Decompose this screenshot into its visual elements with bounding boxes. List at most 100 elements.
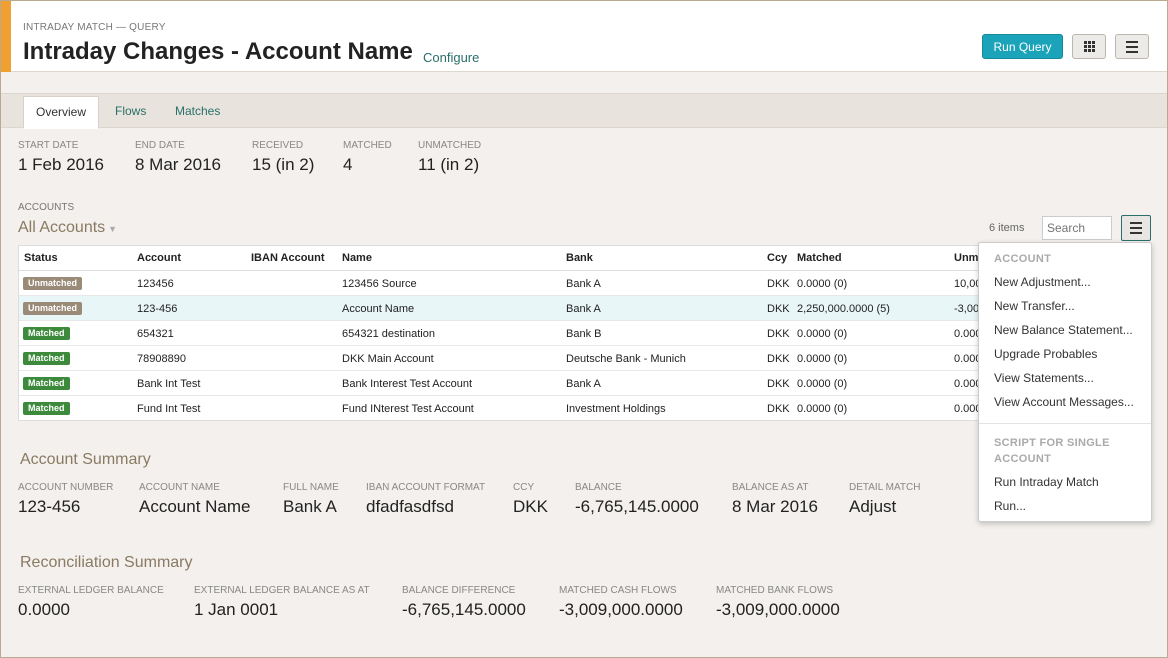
- cell-account: 123-456: [137, 303, 178, 315]
- field-value: Account Name: [139, 497, 251, 516]
- column-header-bank[interactable]: Bank: [566, 252, 593, 264]
- status-badge: Matched: [23, 377, 70, 390]
- menu-item-view-statements[interactable]: View Statements...: [994, 371, 1094, 385]
- cell-bank: Bank B: [566, 328, 602, 340]
- menu-item-new-transfer[interactable]: New Transfer...: [994, 299, 1075, 313]
- column-header-ccy[interactable]: Ccy: [767, 252, 787, 264]
- summary-field: FULL NAME Bank A: [283, 482, 339, 517]
- stat-label: RECEIVED: [252, 140, 304, 151]
- field-value: -3,009,000.0000: [559, 600, 683, 619]
- reconciliation-field: MATCHED CASH FLOWS -3,009,000.0000: [559, 585, 683, 620]
- summary-field: ACCOUNT NUMBER 123-456: [18, 482, 113, 517]
- stat-start-date: START DATE 1 Feb 2016: [18, 140, 104, 175]
- tab-bar: Overview Flows Matches: [1, 93, 1167, 129]
- cell-name: Fund INterest Test Account: [342, 403, 474, 415]
- menu-item-new-adjustment[interactable]: New Adjustment...: [994, 275, 1091, 289]
- tab-flows[interactable]: Flows: [103, 96, 158, 129]
- status-badge: Matched: [23, 402, 70, 415]
- cell-bank: Bank A: [566, 378, 601, 390]
- cell-bank: Bank A: [566, 303, 601, 315]
- grid-view-button[interactable]: [1072, 34, 1106, 59]
- cell-ccy: DKK: [767, 378, 790, 390]
- summary-field: ACCOUNT NAME Account Name: [139, 482, 251, 517]
- field-label: FULL NAME: [283, 482, 339, 493]
- accounts-selector[interactable]: All Accounts ▼: [18, 219, 117, 237]
- reconciliation-field: EXTERNAL LEDGER BALANCE AS AT 1 Jan 0001: [194, 585, 370, 620]
- cell-name: 654321 destination: [342, 328, 435, 340]
- menu-heading-account: ACCOUNT: [994, 253, 1052, 265]
- field-label: EXTERNAL LEDGER BALANCE AS AT: [194, 585, 370, 596]
- page-eyebrow: INTRADAY MATCH — QUERY: [23, 22, 166, 33]
- reconciliation-field: MATCHED BANK FLOWS -3,009,000.0000: [716, 585, 840, 620]
- page-menu-button[interactable]: [1115, 34, 1149, 59]
- cell-ccy: DKK: [767, 303, 790, 315]
- stat-label: START DATE: [18, 140, 79, 151]
- column-header-matched[interactable]: Matched: [797, 252, 842, 264]
- stat-received: RECEIVED 15 (in 2): [252, 140, 314, 175]
- menu-item-new-balance-statement[interactable]: New Balance Statement...: [994, 323, 1133, 337]
- accounts-section-label: ACCOUNTS: [18, 202, 75, 213]
- tab-overview[interactable]: Overview: [23, 96, 100, 129]
- cell-matched: 0.0000 (0): [797, 403, 848, 415]
- field-value: -6,765,145.0000: [575, 497, 699, 516]
- column-header-name[interactable]: Name: [342, 252, 372, 264]
- column-header-status[interactable]: Status: [24, 252, 58, 264]
- stat-label: END DATE: [135, 140, 185, 151]
- menu-item-upgrade-probables[interactable]: Upgrade Probables: [994, 347, 1097, 361]
- field-value: Adjust: [849, 497, 897, 516]
- tab-matches[interactable]: Matches: [163, 96, 232, 129]
- cell-ccy: DKK: [767, 353, 790, 365]
- stat-label: UNMATCHED: [418, 140, 482, 151]
- field-label: ACCOUNT NUMBER: [18, 482, 114, 493]
- configure-link[interactable]: Configure: [423, 50, 479, 65]
- menu-item-run-intraday-match[interactable]: Run Intraday Match: [994, 475, 1099, 489]
- menu-item-view-account-messages[interactable]: View Account Messages...: [994, 395, 1134, 409]
- summary-field: CCY DKK: [513, 482, 548, 517]
- field-value: Bank A: [283, 497, 337, 516]
- cell-name: Bank Interest Test Account: [342, 378, 473, 390]
- field-value: -3,009,000.0000: [716, 600, 840, 619]
- cell-matched: 0.0000 (0): [797, 378, 848, 390]
- field-label: BALANCE AS AT: [732, 482, 809, 493]
- cell-ccy: DKK: [767, 328, 790, 340]
- search-input[interactable]: [1042, 216, 1112, 240]
- reconciliation-field: BALANCE DIFFERENCE -6,765,145.0000: [402, 585, 526, 620]
- cell-matched: 0.0000 (0): [797, 328, 848, 340]
- column-header-account[interactable]: Account: [137, 252, 181, 264]
- hamburger-icon: [1126, 40, 1138, 53]
- account-actions-menu: ACCOUNT New Adjustment... New Transfer..…: [978, 242, 1152, 522]
- menu-heading-script: SCRIPT FOR SINGLE ACCOUNT: [994, 437, 1110, 465]
- menu-divider: [979, 423, 1151, 424]
- stat-unmatched: UNMATCHED 11 (in 2): [418, 140, 481, 175]
- field-label: ACCOUNT NAME: [139, 482, 220, 493]
- field-value: 0.0000: [18, 600, 70, 619]
- cell-matched: 0.0000 (0): [797, 353, 848, 365]
- column-header-unmatched[interactable]: Unm: [954, 252, 978, 264]
- table-menu-button[interactable]: [1121, 215, 1151, 241]
- cell-name: DKK Main Account: [342, 353, 434, 365]
- cell-account: 654321: [137, 328, 174, 340]
- cell-bank: Bank A: [566, 278, 601, 290]
- status-badge: Unmatched: [23, 302, 83, 315]
- stat-value: 1 Feb 2016: [18, 155, 105, 174]
- run-query-button[interactable]: Run Query: [982, 34, 1063, 59]
- stat-end-date: END DATE 8 Mar 2016: [135, 140, 221, 175]
- status-badge: Matched: [23, 352, 70, 365]
- cell-account: Bank Int Test: [137, 378, 201, 390]
- menu-item-run[interactable]: Run...: [994, 499, 1026, 513]
- field-value: 8 Mar 2016: [732, 497, 818, 516]
- field-label: IBAN ACCOUNT FORMAT: [366, 482, 486, 493]
- cell-account: Fund Int Test: [137, 403, 201, 415]
- status-badge: Unmatched: [23, 277, 83, 290]
- column-header-iban[interactable]: IBAN Account: [251, 252, 325, 264]
- field-label: BALANCE DIFFERENCE: [402, 585, 516, 596]
- page-title: Intraday Changes - Account Name: [23, 38, 413, 65]
- hamburger-icon: [1130, 222, 1142, 234]
- cell-unmatched: -3,00: [954, 303, 980, 315]
- cell-matched: 2,250,000.0000 (5): [797, 303, 890, 315]
- field-value: -6,765,145.0000: [402, 600, 526, 619]
- page-header: INTRADAY MATCH — QUERY Intraday Changes …: [1, 1, 1167, 72]
- status-badge: Matched: [23, 327, 70, 340]
- header-accent-bar: [1, 1, 11, 72]
- field-value: 123-456: [18, 497, 81, 516]
